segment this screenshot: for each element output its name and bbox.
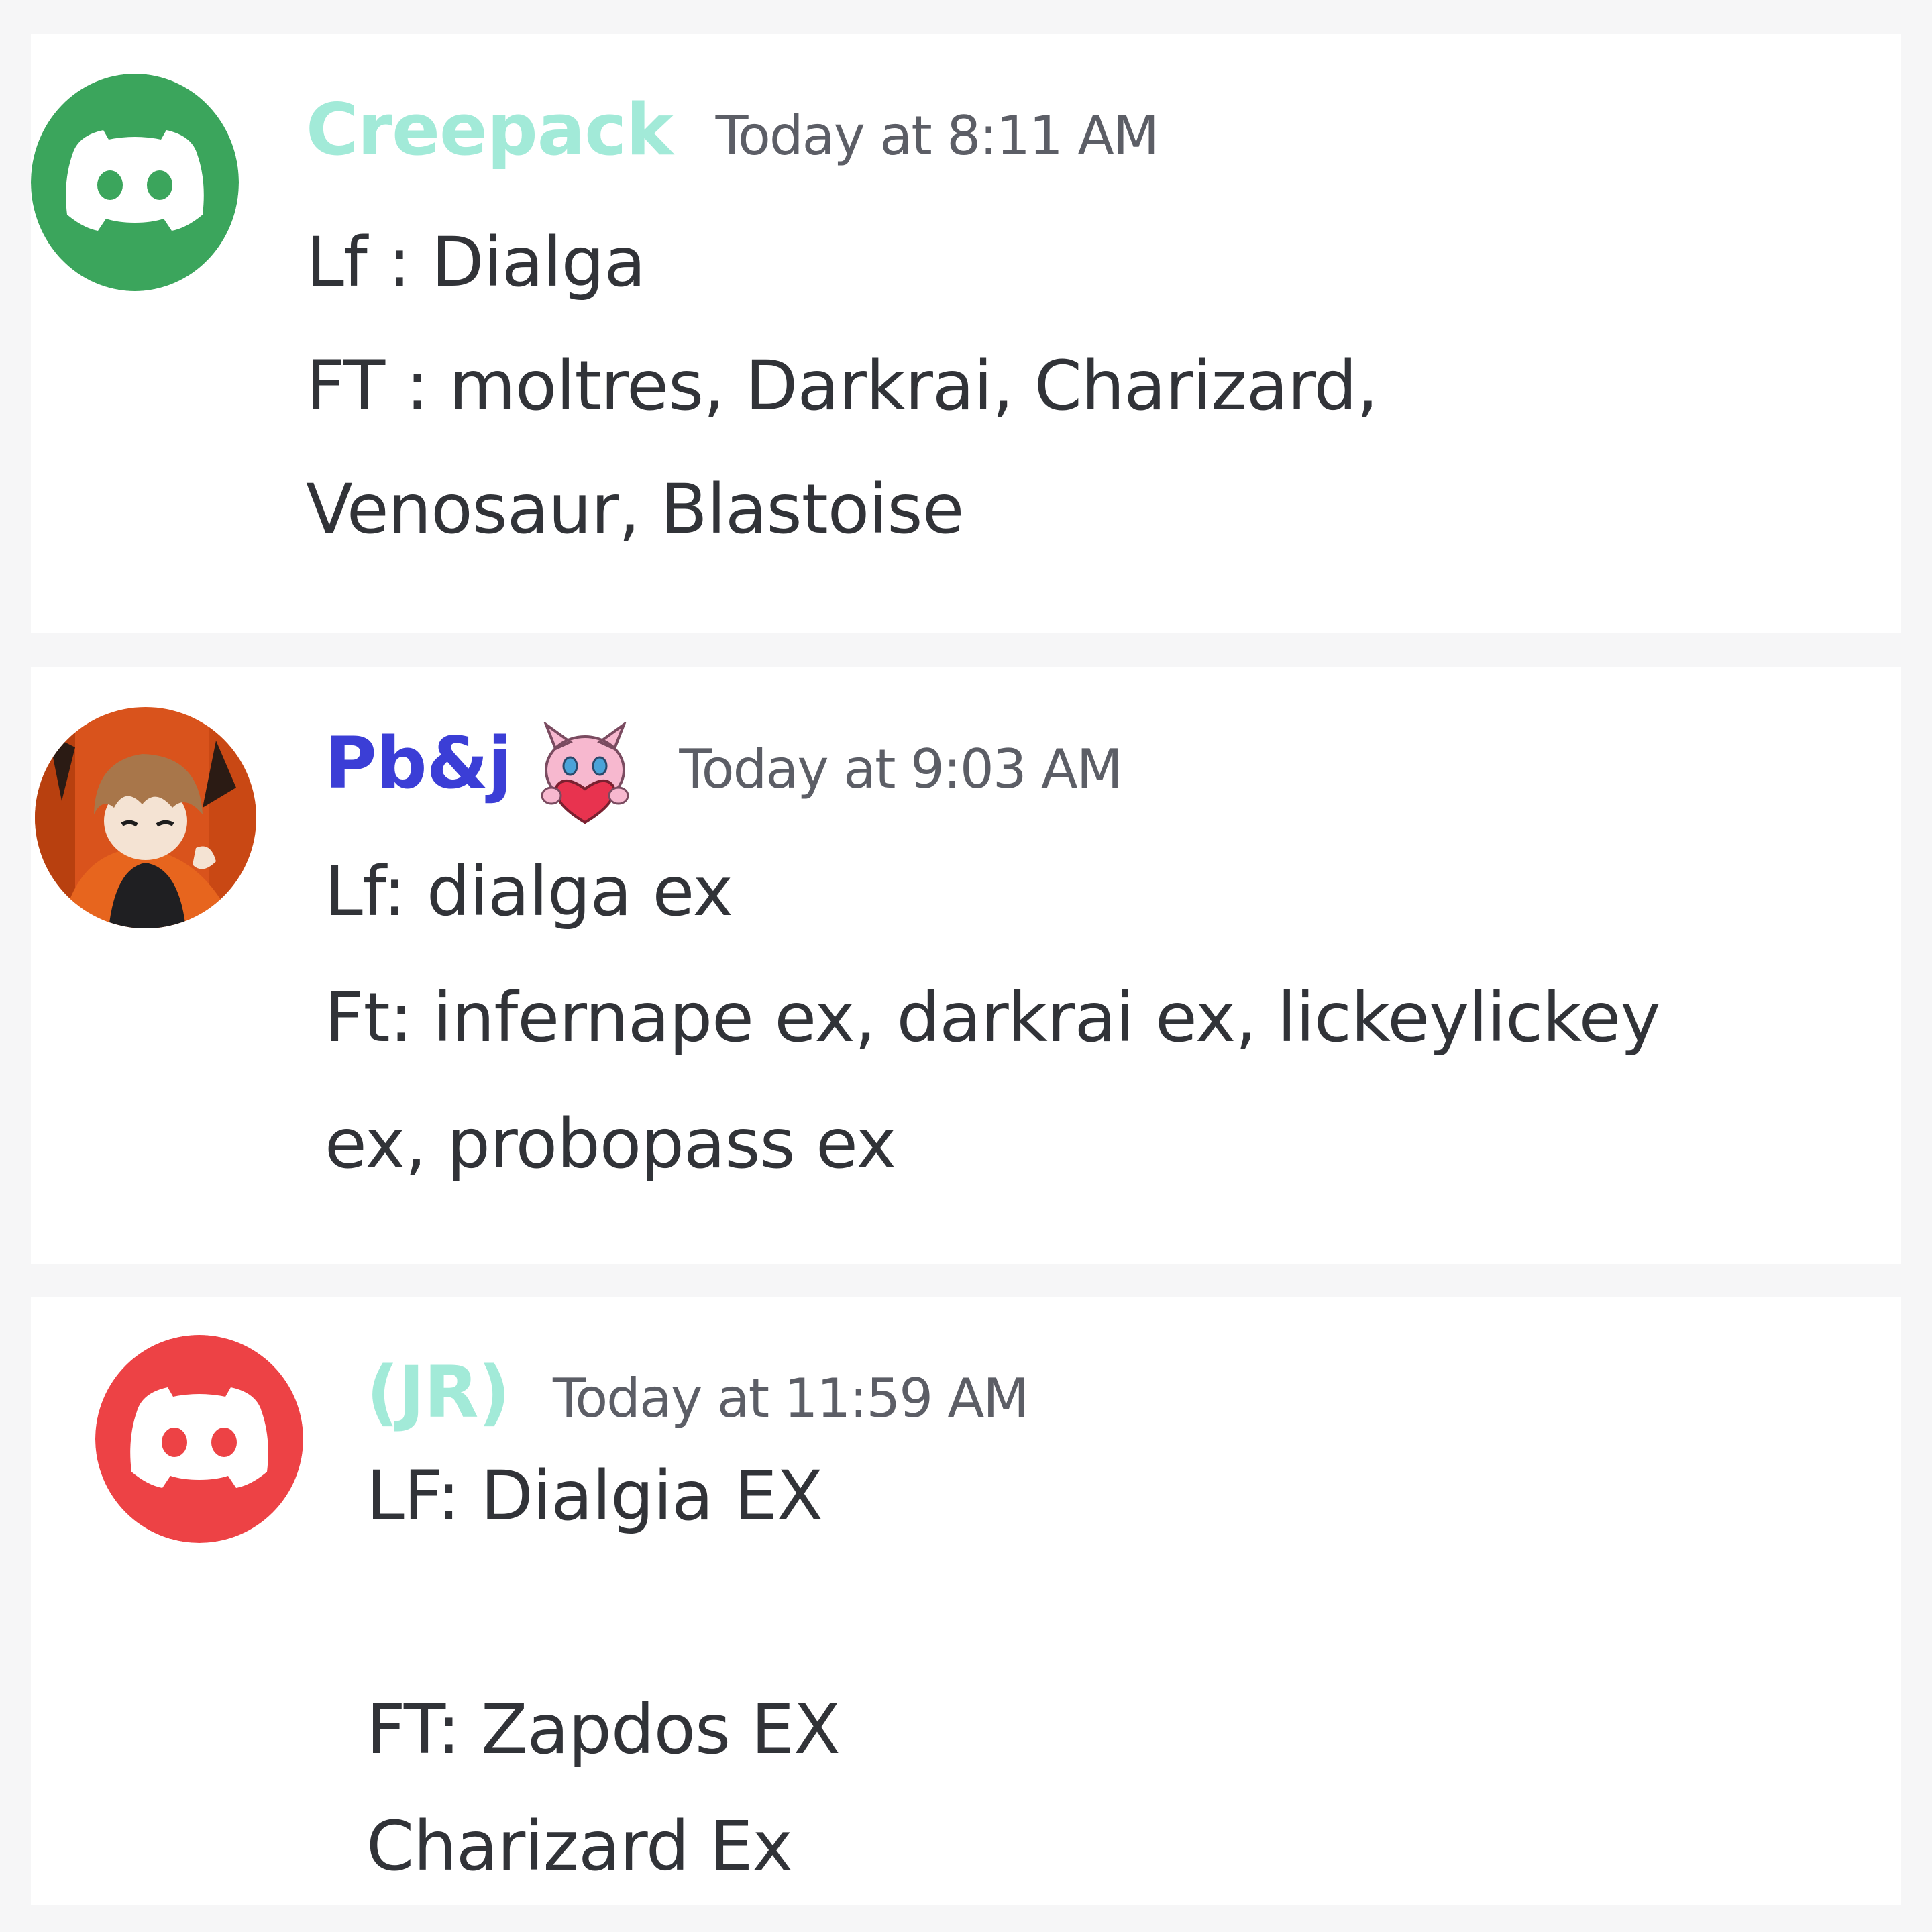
message-content: Lf : Dialga FT : moltres, Darkrai, Chari… <box>306 201 1379 572</box>
message-line <box>366 1555 840 1672</box>
message-line: Charizard Ex <box>366 1807 793 1886</box>
username[interactable]: Pb&j <box>325 722 512 804</box>
mew-heart-icon <box>531 722 639 825</box>
discord-logo-icon <box>95 1335 303 1543</box>
timestamp: Today at 11:59 AM <box>552 1367 1029 1430</box>
message-line: Lf : Dialga <box>306 223 646 303</box>
message-line: FT: Zapdos EX <box>366 1690 841 1770</box>
message-card: Pb&j Today at 9:03 AM Lf: dialga ex Ft: … <box>31 667 1901 1264</box>
message-header: (JR) Today at 11:59 AM <box>366 1351 1029 1434</box>
avatar[interactable] <box>35 707 256 928</box>
message-content: LF: Dialgia EX FT: Zapdos EX Charizard E… <box>366 1438 841 1905</box>
avatar[interactable] <box>95 1335 303 1543</box>
timestamp: Today at 8:11 AM <box>715 105 1159 167</box>
timestamp: Today at 9:03 AM <box>679 738 1122 800</box>
message-line: ex, probopass ex <box>325 1104 896 1184</box>
avatar[interactable] <box>31 74 239 291</box>
message-line: Ft: infernape ex, darkrai ex, lickeylick… <box>325 978 1661 1058</box>
message-content: Lf: dialga ex Ft: infernape ex, darkrai … <box>325 829 1661 1208</box>
username[interactable]: Creepack <box>306 89 674 171</box>
message-card: Creepack Today at 8:11 AM Lf : Dialga FT… <box>31 34 1901 633</box>
message-line: LF: Dialgia EX <box>366 1456 823 1536</box>
discord-logo-icon <box>31 74 239 291</box>
message-line: FT : moltres, Darkrai, Charizard, <box>306 346 1379 426</box>
message-card: (JR) Today at 11:59 AM LF: Dialgia EX FT… <box>31 1297 1901 1905</box>
message-header: Pb&j Today at 9:03 AM <box>325 722 1123 825</box>
message-line: Venosaur, Blastoise <box>306 470 964 549</box>
message-line: Lf: dialga ex <box>325 852 733 932</box>
message-header: Creepack Today at 8:11 AM <box>306 89 1159 171</box>
username[interactable]: (JR) <box>366 1351 511 1434</box>
anime-avatar-icon <box>35 707 256 928</box>
